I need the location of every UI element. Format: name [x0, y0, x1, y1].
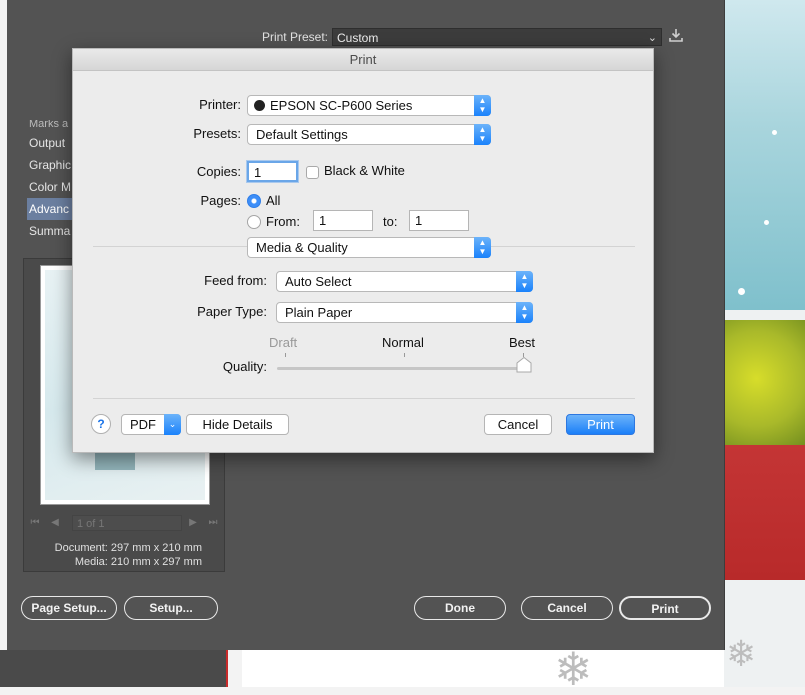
pages-all-radio[interactable] [247, 194, 261, 208]
snowflake-icon: ❄ [726, 633, 757, 674]
sheet-cancel-button[interactable]: Cancel [484, 414, 552, 435]
paper-type-popup[interactable]: Plain Paper ▲ ▼ [276, 302, 533, 323]
page-navigation: ⏮ ◀ 1 of 1 ▶ ⏭ [28, 515, 218, 531]
printer-label: Printer: [199, 97, 241, 112]
presets-popup[interactable]: Default Settings ▲ ▼ [247, 124, 491, 145]
mac-print-sheet: Print Printer: EPSON SC-P600 Series ▲ ▼ P… [72, 48, 654, 453]
section-popup[interactable]: Media & Quality ▲ ▼ [247, 237, 491, 258]
paper-type-label: Paper Type: [197, 304, 267, 319]
pages-all-label: All [266, 193, 281, 208]
print-preset-label: Print Preset: [261, 30, 328, 44]
print-button[interactable]: Print [619, 596, 711, 620]
done-button[interactable]: Done [414, 596, 506, 620]
pdf-label: PDF [130, 417, 156, 432]
document-size: Document: 297 mm x 210 mm [54, 542, 202, 554]
quality-draft-label: Draft [269, 335, 298, 350]
pages-from-radio[interactable] [247, 215, 261, 229]
bleed-guide [226, 650, 228, 687]
printer-status-icon [254, 100, 265, 111]
chevron-down-icon: ⌄ [164, 414, 181, 435]
copies-label: Copies: [196, 164, 241, 179]
printer-value: EPSON SC-P600 Series [270, 98, 413, 113]
hide-details-button[interactable]: Hide Details [186, 414, 289, 435]
presets-value: Default Settings [256, 127, 348, 142]
artboard-canvas: ❄ [242, 646, 724, 692]
artwork-tree [724, 320, 805, 450]
page-setup-button[interactable]: Page Setup... [21, 596, 117, 620]
previous-page-icon[interactable]: ◀ [48, 515, 62, 531]
document-info: Document: 297 mm x 210 mm Media: 210 mm … [24, 541, 202, 569]
pages-to-label: to: [383, 214, 398, 229]
sheet-print-button[interactable]: Print [566, 414, 635, 435]
download-icon[interactable] [667, 28, 685, 46]
artboard-preview: ❄ [724, 0, 805, 687]
updown-arrows-icon: ▲ ▼ [474, 124, 491, 145]
feed-from-label: Feed from: [204, 273, 267, 288]
quality-slider-track[interactable] [277, 367, 529, 370]
artwork-snow-dot [772, 130, 777, 135]
section-popup-value: Media & Quality [256, 240, 348, 255]
updown-arrows-icon: ▲ ▼ [516, 302, 533, 323]
last-page-icon[interactable]: ⏭ [206, 515, 220, 531]
paper-type-value: Plain Paper [285, 305, 353, 320]
black-white-label: Black & White [324, 163, 405, 178]
copies-field[interactable]: 1 [247, 161, 298, 182]
updown-arrows-icon: ▲ ▼ [474, 237, 491, 258]
print-preset-select[interactable]: Custom ⌄ [332, 28, 662, 46]
quality-tick [285, 353, 286, 357]
updown-arrows-icon: ▲ ▼ [474, 95, 491, 116]
quality-best-label: Best [509, 335, 536, 350]
artwork-sky [724, 0, 805, 310]
pages-from-label: From: [266, 214, 300, 229]
pdf-menu-button[interactable]: PDF ⌄ [121, 414, 181, 435]
print-preset-value: Custom [337, 31, 379, 45]
pages-to-field[interactable]: 1 [409, 210, 469, 231]
pages-label: Pages: [200, 193, 241, 208]
feed-from-value: Auto Select [285, 274, 352, 289]
quality-label: Quality: [222, 359, 267, 374]
pages-from-field[interactable]: 1 [313, 210, 373, 231]
feed-from-popup[interactable]: Auto Select ▲ ▼ [276, 271, 533, 292]
printer-popup[interactable]: EPSON SC-P600 Series ▲ ▼ [247, 95, 491, 116]
quality-slider-knob[interactable] [516, 356, 532, 373]
sheet-title: Print [73, 49, 653, 71]
updown-arrows-icon: ▲ ▼ [516, 271, 533, 292]
next-page-icon[interactable]: ▶ [186, 515, 200, 531]
page-number-field[interactable]: 1 of 1 [72, 515, 182, 531]
chevron-down-icon: ⌄ [647, 32, 657, 44]
snowflake-icon: ❄ [554, 643, 593, 695]
setup-button[interactable]: Setup... [124, 596, 218, 620]
first-page-icon[interactable]: ⏮ [28, 515, 42, 531]
cancel-button[interactable]: Cancel [521, 596, 613, 620]
help-button[interactable]: ? [91, 414, 111, 434]
media-size: Media: 210 mm x 297 mm [74, 556, 202, 568]
black-white-checkbox[interactable] [306, 166, 319, 179]
artwork-red-pot [724, 445, 805, 580]
presets-label: Presets: [193, 126, 241, 141]
quality-normal-label: Normal [382, 335, 424, 350]
footer-divider [93, 398, 635, 399]
quality-tick [404, 353, 405, 357]
artwork-snow-dot [764, 220, 769, 225]
workspace-background [0, 650, 226, 687]
artwork-snow-dot [738, 288, 745, 295]
